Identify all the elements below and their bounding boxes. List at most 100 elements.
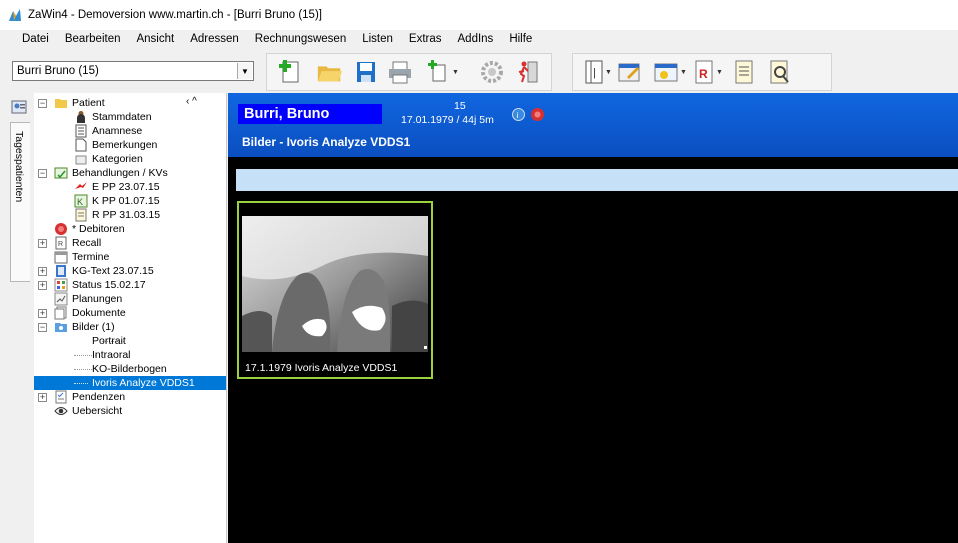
- print-button[interactable]: [386, 58, 414, 86]
- tree-item-behandlung-r[interactable]: R PP 31.03.15: [74, 208, 160, 222]
- tree-label: Bemerkungen: [92, 139, 158, 151]
- chevron-down-icon[interactable]: ▼: [716, 69, 723, 76]
- collapse-behandlungen[interactable]: −: [38, 169, 47, 178]
- chevron-down-icon[interactable]: ▼: [452, 69, 459, 76]
- expand-pendenzen[interactable]: +: [38, 393, 47, 402]
- tree-item-status[interactable]: Status 15.02.17: [54, 278, 146, 292]
- tasks-icon: [55, 390, 67, 404]
- menu-ansicht[interactable]: Ansicht: [128, 30, 182, 49]
- new-item-icon: [428, 60, 446, 82]
- expand-kgtext[interactable]: +: [38, 267, 47, 276]
- text-document-icon: [56, 265, 66, 277]
- menu-bearbeiten[interactable]: Bearbeiten: [57, 30, 129, 49]
- tab-tagespatienten[interactable]: Tagespatienten: [10, 122, 30, 282]
- expand-dokumente[interactable]: +: [38, 309, 47, 318]
- documents-icon: [54, 306, 67, 320]
- print-icon: [389, 61, 411, 84]
- menu-datei[interactable]: Datei: [14, 30, 57, 49]
- image-folder-icon: [55, 323, 67, 332]
- menu-bar: Datei Bearbeiten Ansicht Adressen Rechnu…: [0, 30, 958, 49]
- recall-icon: R: [55, 236, 67, 250]
- settings-button[interactable]: [478, 58, 506, 86]
- debtor-icon[interactable]: [530, 107, 545, 122]
- tree-label: Stammdaten: [92, 111, 152, 123]
- tree-label: Anamnese: [92, 125, 143, 137]
- menu-adressen[interactable]: Adressen: [182, 30, 247, 49]
- image-toolbar-strip: [236, 169, 958, 191]
- tree-label: Status 15.02.17: [72, 279, 146, 291]
- category-icon: [75, 155, 87, 165]
- open-button[interactable]: [316, 58, 344, 86]
- tree-label: K PP 01.07.15: [92, 195, 160, 207]
- chevron-down-icon[interactable]: ▼: [237, 63, 252, 79]
- tree-item-intraoral[interactable]: Intraoral: [92, 348, 131, 362]
- dental-status-icon: [54, 278, 68, 292]
- patient-selector[interactable]: Burri Bruno (15) ▼: [12, 61, 254, 81]
- save-button[interactable]: [352, 58, 380, 86]
- tree-label: Patient: [72, 97, 105, 109]
- tree-collapse-arrows[interactable]: ‹ ^: [186, 96, 197, 107]
- tree-label: E PP 23.07.15: [92, 181, 160, 193]
- tree-item-ivoris-analyze[interactable]: Ivoris Analyze VDDS1: [34, 376, 226, 390]
- day-patients-icon[interactable]: [11, 99, 27, 115]
- invoice-button[interactable]: R: [690, 58, 718, 86]
- tree-item-termine[interactable]: Termine: [54, 250, 109, 264]
- tree-item-behandlung-e[interactable]: E PP 23.07.15: [74, 180, 160, 194]
- preview-button[interactable]: [766, 58, 794, 86]
- exit-button[interactable]: [514, 58, 542, 86]
- save-icon: [357, 62, 375, 82]
- tree-item-debitoren[interactable]: * Debitoren: [54, 222, 125, 236]
- tree-item-pendenzen[interactable]: Pendenzen: [54, 390, 125, 404]
- tree-item-stammdaten[interactable]: Stammdaten: [74, 110, 152, 124]
- expand-recall[interactable]: +: [38, 239, 47, 248]
- debtor-icon: [55, 223, 67, 235]
- menu-addins[interactable]: AddIns: [450, 30, 502, 49]
- info-icon[interactable]: i: [512, 108, 525, 121]
- tree-item-patient[interactable]: Patient: [54, 96, 105, 110]
- tree-item-recall[interactable]: R Recall: [54, 236, 101, 250]
- tree-label: Uebersicht: [72, 405, 123, 417]
- person-icon: [77, 111, 85, 123]
- tree-label: Dokumente: [72, 307, 126, 319]
- patient-number: 15: [454, 100, 466, 112]
- tree-item-anamnese[interactable]: Anamnese: [74, 124, 142, 138]
- new-document-button[interactable]: [276, 58, 304, 86]
- settings-icon: [481, 61, 503, 83]
- menu-rechnungswesen[interactable]: Rechnungswesen: [247, 30, 354, 49]
- edit-note-button[interactable]: [616, 58, 644, 86]
- estimate-icon: K: [74, 194, 88, 208]
- collapse-patient[interactable]: −: [38, 99, 47, 108]
- tree-item-bilder[interactable]: Bilder (1): [54, 320, 115, 334]
- card-index-button[interactable]: |: [580, 58, 608, 86]
- tree-item-ko-bilderbogen[interactable]: KO-Bilderbogen: [92, 362, 167, 376]
- chevron-down-icon[interactable]: ▼: [680, 69, 687, 76]
- tree-item-bemerkungen[interactable]: Bemerkungen: [74, 138, 157, 152]
- tree-label: Kategorien: [92, 153, 143, 165]
- chevron-down-icon[interactable]: ▼: [605, 69, 612, 76]
- patient-name-box: Burri, Bruno: [238, 104, 382, 124]
- tree-label: Behandlungen / KVs: [72, 167, 168, 179]
- tree-item-uebersicht[interactable]: Uebersicht: [54, 404, 122, 418]
- xray-image: [242, 216, 428, 352]
- list-button[interactable]: [730, 58, 758, 86]
- menu-extras[interactable]: Extras: [401, 30, 450, 49]
- tree-item-behandlung-k[interactable]: K K PP 01.07.15: [74, 194, 160, 208]
- expand-status[interactable]: +: [38, 281, 47, 290]
- svg-text:R: R: [699, 67, 708, 81]
- collapse-bilder[interactable]: −: [38, 323, 47, 332]
- image-thumbnail[interactable]: 17.1.1979 Ivoris Analyze VDDS1: [237, 201, 433, 379]
- tree-item-kategorien[interactable]: Kategorien: [74, 152, 143, 166]
- tree-item-kgtext[interactable]: KG-Text 23.07.15: [54, 264, 154, 278]
- menu-hilfe[interactable]: Hilfe: [501, 30, 540, 49]
- tree-item-behandlungen[interactable]: Behandlungen / KVs: [54, 166, 168, 180]
- svg-text:K: K: [77, 197, 83, 207]
- tree-item-planungen[interactable]: Planungen: [54, 292, 122, 306]
- appointment-button[interactable]: [652, 58, 680, 86]
- tree-item-dokumente[interactable]: Dokumente: [54, 306, 126, 320]
- new-item-button[interactable]: [424, 58, 452, 86]
- tree-item-portrait[interactable]: Portrait: [92, 334, 126, 348]
- tree-label: R PP 31.03.15: [92, 209, 161, 221]
- document-icon: [75, 138, 87, 152]
- image-viewer-panel: Burri, Bruno 15 17.01.1979 / 44j 5m i Bi…: [228, 93, 958, 543]
- menu-listen[interactable]: Listen: [354, 30, 401, 49]
